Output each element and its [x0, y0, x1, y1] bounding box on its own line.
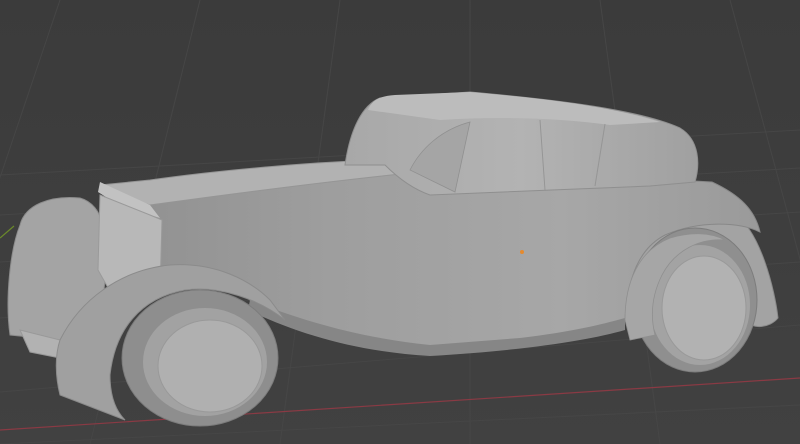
- 3d-viewport[interactable]: [0, 0, 800, 444]
- front-wheel[interactable]: [121, 289, 279, 427]
- front-hubcap: [157, 319, 263, 413]
- object-origin-point[interactable]: [520, 250, 524, 254]
- viewport-canvas[interactable]: [0, 0, 800, 444]
- rear-hubcap: [661, 255, 747, 361]
